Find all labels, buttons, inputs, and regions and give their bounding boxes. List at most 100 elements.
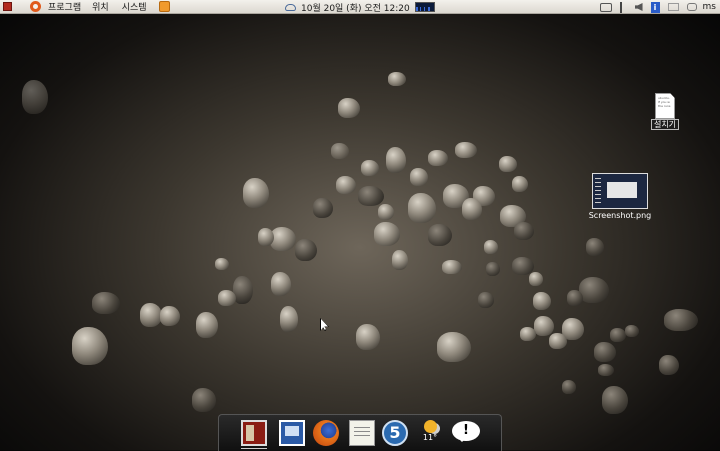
app-5-icon[interactable]: 5 (382, 420, 408, 446)
desktop-icon-screenshot[interactable]: Screenshot.png (586, 173, 654, 220)
applications-menu-label[interactable]: 프로그램 (44, 0, 85, 13)
wallpaper-stone (520, 327, 536, 341)
wallpaper-stone (233, 276, 253, 304)
wallpaper-stone (361, 160, 379, 176)
wallpaper-stone (331, 143, 349, 159)
wallpaper-stone (625, 325, 639, 337)
wallpaper-stone (358, 186, 384, 206)
wallpaper-stone (437, 332, 471, 362)
desktop-icon-installer[interactable]: ubuntu- If you w the runs 설치기 (645, 93, 685, 130)
wallpaper-stone (486, 262, 500, 276)
wallpaper-stone (196, 312, 218, 338)
user-name-label[interactable]: ms (701, 2, 720, 12)
wallpaper-stone (92, 292, 120, 314)
wallpaper-stone (271, 272, 291, 296)
wallpaper-stone (378, 204, 394, 220)
wallpaper-stone (22, 80, 48, 114)
volume-icon[interactable] (634, 3, 643, 11)
wallpaper-stone (428, 224, 452, 246)
text-editor-icon[interactable] (349, 420, 375, 446)
wallpaper-stone (594, 342, 616, 362)
chat-bubble-icon[interactable]: ! (452, 421, 480, 442)
wallpaper-stone (534, 316, 554, 336)
thumbnail-sidebar (595, 178, 601, 204)
wallpaper-stone (386, 147, 406, 173)
clock-label[interactable]: 10월 20일 (화) 오전 12:20 (301, 1, 410, 14)
desktop-icon-label: 설치기 (650, 119, 680, 130)
wallpaper-stone (338, 98, 360, 118)
wallpaper-stone (336, 176, 356, 194)
wallpaper-stone (295, 239, 317, 261)
wallpaper-stone (215, 258, 229, 270)
wallpaper-stone (533, 292, 551, 310)
clock-area[interactable]: 10월 20일 (화) 오전 12:20 (285, 0, 435, 14)
wallpaper-stone (356, 324, 380, 350)
launcher-icon[interactable] (158, 1, 170, 12)
system-menu[interactable]: 시스템 (118, 0, 151, 14)
wallpaper-stone (313, 198, 333, 218)
file-preview-line: the runs (658, 104, 671, 108)
places-menu[interactable]: 위치 (88, 0, 113, 14)
weather-temperature: 11° (422, 433, 438, 442)
wallpaper-stone (280, 306, 298, 332)
mail-icon[interactable] (667, 3, 679, 11)
wallpaper-stone (258, 228, 274, 246)
wallpaper-stone (567, 290, 583, 306)
wallpaper-stone (392, 250, 408, 270)
wallpaper-stone (374, 222, 400, 246)
system-tray: i ms (596, 0, 720, 14)
wallpaper-stone (602, 386, 628, 414)
text-file-icon: ubuntu- If you w the runs (655, 93, 675, 119)
ubuntu-logo-icon (30, 1, 41, 12)
weather-sun-icon (423, 420, 437, 433)
dock-active-indicator (241, 448, 267, 449)
wallpaper-stone (586, 238, 604, 256)
wallpaper-stone (610, 328, 626, 342)
wallpaper-stone (410, 168, 428, 186)
wallpaper-stone (562, 380, 576, 394)
wallpaper-stone (192, 388, 216, 412)
wallpaper-stone (140, 303, 162, 327)
system-menu-label[interactable]: 시스템 (118, 0, 151, 13)
wallpaper-stone (499, 156, 517, 172)
wallpaper-stone (462, 198, 482, 220)
wallpaper-stone (243, 178, 269, 208)
top-panel: 프로그램 위치 시스템 10월 20일 (화) 오전 12:20 i ms (0, 0, 720, 14)
wallpaper-stone (598, 364, 614, 376)
applications-menu[interactable]: 프로그램 (0, 0, 85, 14)
system-monitor-icon[interactable] (414, 2, 435, 12)
weather-cloud-icon (285, 3, 296, 11)
wallpaper-stone (408, 193, 436, 223)
show-desktop-icon[interactable] (3, 2, 12, 11)
mouse-pointer-icon (321, 319, 328, 330)
image-thumbnail-icon (592, 173, 648, 209)
wallpaper-stone (484, 240, 498, 254)
weather-applet[interactable]: 11° (417, 420, 443, 446)
dock-app-icon[interactable] (241, 420, 267, 446)
indicator-icon[interactable]: i (650, 1, 660, 13)
wallpaper-stone (664, 309, 698, 331)
chat-status-icon[interactable] (686, 3, 697, 11)
wallpaper-stone (160, 306, 180, 326)
thumbnail-window (607, 182, 637, 198)
wallpaper-stone (455, 142, 477, 158)
wallpaper-stone (270, 227, 296, 251)
dock: 5 11° ! (218, 414, 502, 451)
wallpaper-stone (659, 355, 679, 375)
desktop-icon-label: Screenshot.png (588, 211, 652, 220)
firefox-icon[interactable] (313, 420, 339, 446)
network-icon[interactable] (599, 2, 612, 12)
bluetooth-icon[interactable] (619, 1, 627, 13)
wallpaper-stone (442, 260, 462, 274)
wallpaper-stone (512, 176, 528, 192)
wallpaper-stone (218, 290, 236, 306)
wallpaper-stone (72, 327, 108, 365)
places-menu-label[interactable]: 위치 (88, 0, 113, 13)
wallpaper-stone (428, 150, 448, 166)
wallpaper-stone (388, 72, 406, 86)
wallpaper-stone (579, 277, 609, 303)
wallpaper-stone (478, 292, 494, 308)
wallpaper-stone (529, 272, 543, 286)
image-viewer-icon[interactable] (279, 420, 305, 446)
wallpaper-stone (514, 222, 534, 240)
